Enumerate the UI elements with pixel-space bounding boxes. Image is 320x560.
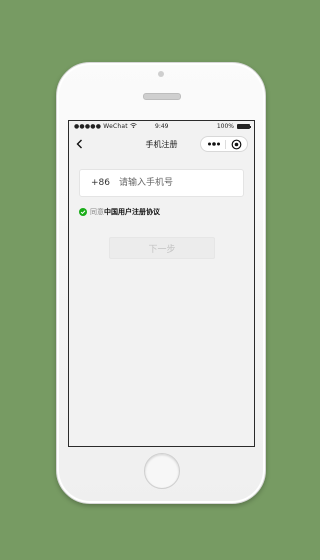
phone-number-field: +86 — [79, 169, 244, 197]
earpiece-speaker — [143, 93, 181, 100]
status-time: 9:49 — [155, 123, 169, 130]
phone-input[interactable] — [119, 174, 239, 192]
agreement-row: 同意 中国用户注册协议 — [79, 207, 160, 217]
home-button[interactable] — [144, 453, 180, 489]
target-close-icon[interactable] — [231, 139, 242, 150]
carrier-text: ●●●●● WeChat — [74, 123, 137, 130]
next-step-button[interactable]: 下一步 — [109, 237, 215, 259]
more-dots-icon[interactable] — [207, 139, 221, 149]
check-circle-icon[interactable] — [79, 208, 87, 216]
battery-percent: 100% — [216, 123, 234, 130]
country-code[interactable]: +86 — [91, 178, 110, 188]
miniprogram-capsule — [200, 136, 248, 152]
capsule-divider — [225, 140, 226, 149]
agreement-prefix: 同意 — [90, 208, 104, 216]
battery-status: 100% — [216, 123, 251, 130]
app-screen: ●●●●● WeChat 9:49 100% 手机注册 +86 请输入手机号 同… — [68, 120, 255, 447]
battery-icon — [237, 124, 251, 129]
status-bar: ●●●●● WeChat 9:49 100% — [69, 121, 254, 133]
agreement-link[interactable]: 中国用户注册协议 — [104, 207, 160, 217]
front-camera — [158, 71, 164, 77]
carrier-label: ●●●●● WeChat — [74, 123, 128, 130]
wifi-icon — [130, 123, 137, 128]
navigation-bar: 手机注册 — [69, 133, 254, 155]
